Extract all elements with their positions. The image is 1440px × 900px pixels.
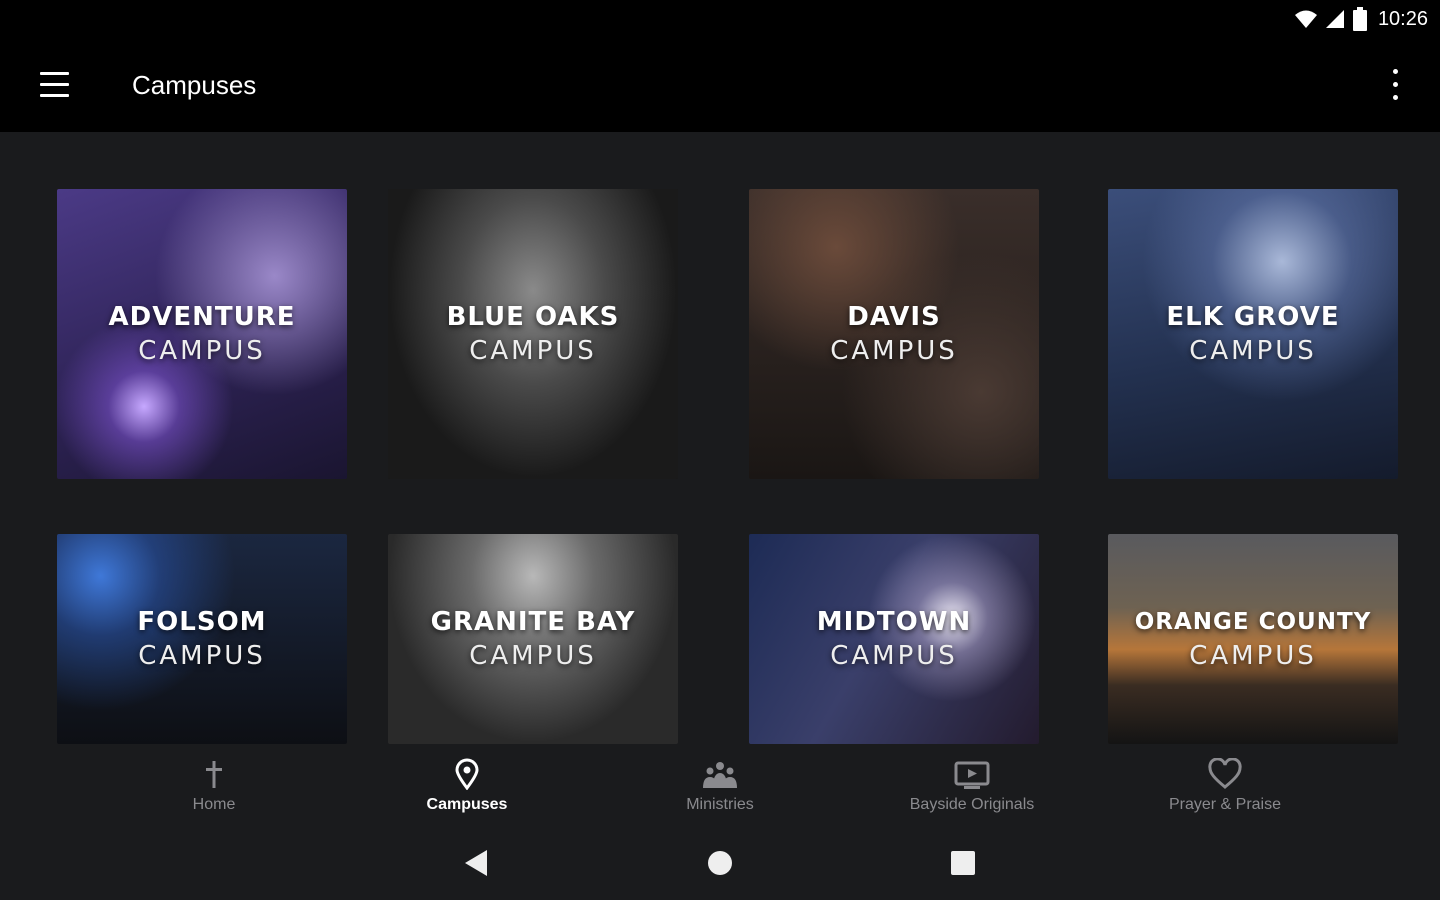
- nav-item-ministries[interactable]: Ministries: [620, 752, 820, 826]
- nav-item-campuses[interactable]: Campuses: [367, 752, 567, 826]
- campus-label: ORANGE COUNTY CAMPUS: [1108, 605, 1398, 673]
- campus-name: MIDTOWN: [816, 607, 972, 637]
- campus-name: GRANITE BAY: [430, 607, 636, 637]
- nav-label: Ministries: [686, 796, 754, 813]
- nav-label: Campuses: [426, 796, 508, 813]
- back-triangle-icon[interactable]: [460, 846, 494, 880]
- campus-name: ORANGE COUNTY: [1134, 609, 1372, 635]
- campus-label: FOLSOM CAMPUS: [57, 605, 347, 673]
- campus-name: DAVIS: [847, 302, 941, 332]
- campus-label: GRANITE BAY CAMPUS: [388, 605, 678, 673]
- campus-subtitle: CAMPUS: [1189, 336, 1317, 366]
- app-bar: Campuses: [0, 38, 1440, 132]
- page-title: Campuses: [132, 70, 257, 100]
- campus-tile-davis[interactable]: DAVIS CAMPUS: [749, 189, 1039, 479]
- nav-item-prayer-praise[interactable]: Prayer & Praise: [1125, 752, 1325, 826]
- campus-name: ADVENTURE: [108, 302, 296, 332]
- cross-icon: [206, 761, 222, 788]
- system-nav-bar: [0, 826, 1440, 900]
- home-circle-icon[interactable]: [703, 846, 737, 880]
- campus-tile-elk-grove[interactable]: ELK GROVE CAMPUS: [1108, 189, 1398, 479]
- recents-square-icon[interactable]: [946, 846, 980, 880]
- nav-label: Home: [192, 796, 236, 813]
- campus-subtitle: CAMPUS: [830, 336, 958, 366]
- campus-label: BLUE OAKS CAMPUS: [388, 300, 678, 368]
- campus-subtitle: CAMPUS: [138, 641, 266, 671]
- people-group-icon: [703, 762, 737, 788]
- campus-tile-blue-oaks[interactable]: BLUE OAKS CAMPUS: [388, 189, 678, 479]
- heart-icon: [1208, 758, 1242, 789]
- campus-tile-folsom[interactable]: FOLSOM CAMPUS: [57, 534, 347, 744]
- campus-tile-granite-bay[interactable]: GRANITE BAY CAMPUS: [388, 534, 678, 744]
- campus-label: ELK GROVE CAMPUS: [1108, 300, 1398, 368]
- wifi-icon: [1294, 10, 1317, 28]
- nav-label: Bayside Originals: [909, 796, 1035, 813]
- campus-tile-midtown[interactable]: MIDTOWN CAMPUS: [749, 534, 1039, 744]
- campus-tile-orange-county[interactable]: ORANGE COUNTY CAMPUS: [1108, 534, 1398, 744]
- campus-label: DAVIS CAMPUS: [749, 300, 1039, 368]
- status-time: 10:26: [1377, 7, 1428, 30]
- campus-label: ADVENTURE CAMPUS: [57, 300, 347, 368]
- nav-item-bayside-originals[interactable]: Bayside Originals: [872, 752, 1072, 826]
- campus-tile-adventure[interactable]: ADVENTURE CAMPUS: [57, 189, 347, 479]
- tv-play-icon: [954, 761, 990, 789]
- campus-subtitle: CAMPUS: [138, 336, 266, 366]
- bottom-nav: Home Campuses Ministries Bayside Origina…: [0, 752, 1440, 826]
- nav-label: Prayer & Praise: [1168, 796, 1282, 813]
- campus-subtitle: CAMPUS: [469, 336, 597, 366]
- cell-signal-icon: [1325, 10, 1344, 28]
- location-pin-icon: [455, 758, 479, 790]
- more-vert-icon[interactable]: [1376, 66, 1414, 104]
- campus-subtitle: CAMPUS: [469, 641, 597, 671]
- nav-item-home[interactable]: Home: [114, 752, 314, 826]
- campus-name: ELK GROVE: [1166, 302, 1340, 332]
- status-icons: 10:26: [1294, 7, 1428, 31]
- campus-name: FOLSOM: [137, 607, 267, 637]
- campus-subtitle: CAMPUS: [1189, 641, 1317, 671]
- campus-name: BLUE OAKS: [446, 302, 620, 332]
- campus-grid: ADVENTURE CAMPUS BLUE OAKS CAMPUS DAVIS …: [0, 132, 1440, 752]
- campus-label: MIDTOWN CAMPUS: [749, 605, 1039, 673]
- hamburger-menu-icon[interactable]: [26, 67, 82, 103]
- battery-icon: [1352, 7, 1367, 31]
- status-bar: 10:26: [0, 0, 1440, 38]
- campus-subtitle: CAMPUS: [830, 641, 958, 671]
